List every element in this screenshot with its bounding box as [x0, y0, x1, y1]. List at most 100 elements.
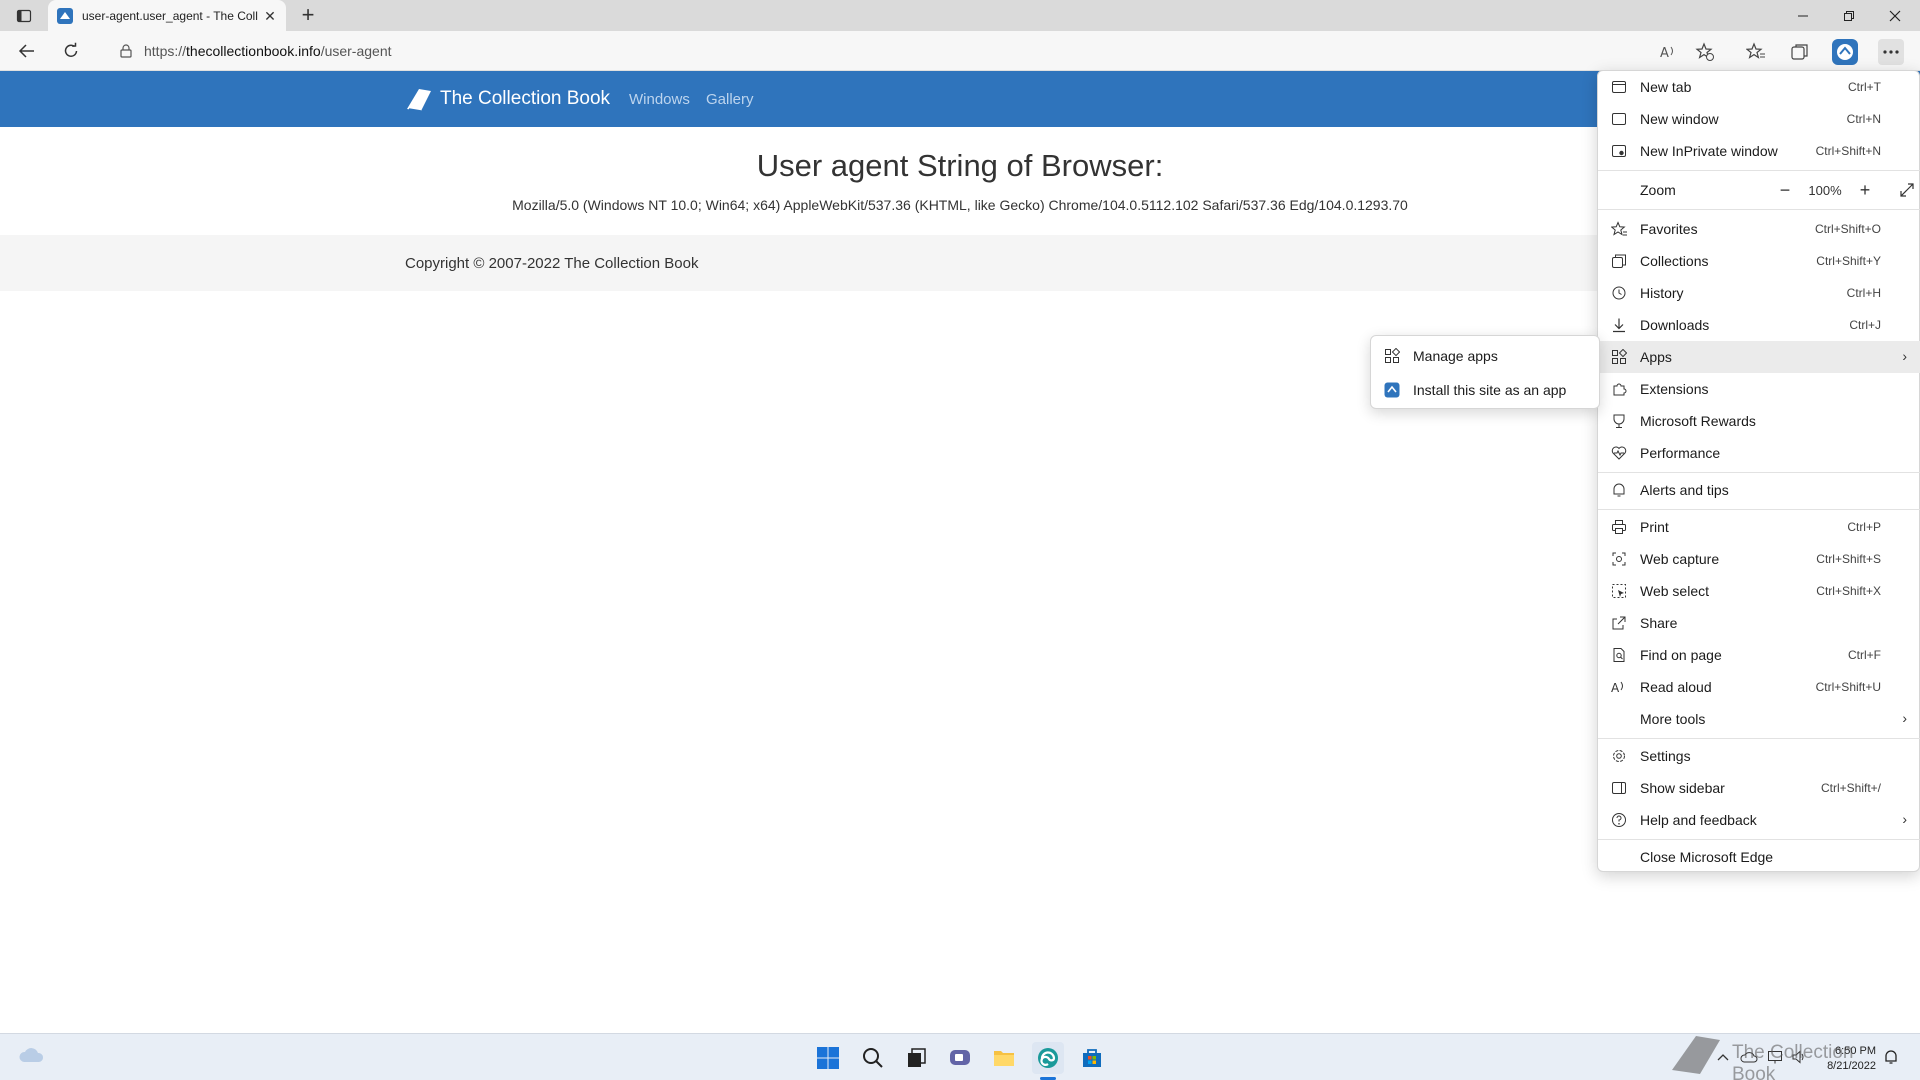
url-text: https://thecollectionbook.info/user-agen…	[144, 43, 392, 59]
toolbar: https://thecollectionbook.info/user-agen…	[0, 31, 1920, 71]
apps-icon	[1383, 347, 1401, 365]
menu-separator	[1598, 509, 1920, 510]
zoom-in-button[interactable]: +	[1851, 176, 1879, 204]
title-bar: user-agent.user_agent - The Coll ✕ +	[0, 0, 1920, 31]
read-aloud-button[interactable]: A	[1655, 39, 1681, 65]
menu-item-find-on-page[interactable]: Find on page Ctrl+F	[1598, 639, 1920, 671]
windows-start-icon	[817, 1047, 839, 1069]
inprivate-icon	[1610, 142, 1628, 160]
menu-separator	[1598, 839, 1920, 840]
extensions-icon	[1610, 380, 1628, 398]
browser-tab[interactable]: user-agent.user_agent - The Coll ✕	[48, 0, 286, 31]
store-icon	[1083, 1049, 1101, 1067]
task-view-button[interactable]	[900, 1042, 932, 1074]
site-app-icon	[1383, 381, 1401, 399]
history-icon	[1610, 284, 1628, 302]
watermark: The Collection Book	[1668, 1030, 1878, 1080]
edge-browser-icon	[1038, 1048, 1058, 1068]
star-add-icon	[1695, 42, 1714, 61]
copyright-text: Copyright © 2007-2022 The Collection Boo…	[405, 255, 699, 272]
site-app-icon	[1837, 44, 1853, 60]
svg-text:A: A	[1611, 681, 1620, 695]
back-button[interactable]	[12, 37, 42, 65]
menu-item-performance[interactable]: Performance	[1598, 437, 1920, 469]
close-icon	[1889, 10, 1901, 21]
chevron-right-icon: ›	[1902, 348, 1907, 364]
nav-link-windows[interactable]: Windows	[629, 91, 690, 108]
weather-cloud-icon[interactable]	[18, 1046, 44, 1064]
menu-item-history[interactable]: History Ctrl+H	[1598, 277, 1920, 309]
read-aloud-icon: A	[1610, 678, 1628, 696]
tab-close-icon[interactable]: ✕	[262, 8, 278, 24]
menu-item-new-window[interactable]: New window Ctrl+N	[1598, 103, 1920, 135]
zoom-out-button[interactable]: −	[1771, 176, 1799, 204]
minimize-icon	[1798, 15, 1808, 16]
menu-item-new-inprivate-window[interactable]: New InPrivate window Ctrl+Shift+N	[1598, 135, 1920, 167]
profile-extension-button[interactable]	[1832, 39, 1858, 65]
site-favicon-icon	[57, 7, 73, 24]
menu-item-collections[interactable]: Collections Ctrl+Shift+Y	[1598, 245, 1920, 277]
print-icon	[1610, 518, 1628, 536]
chevron-right-icon: ›	[1902, 811, 1907, 827]
fullscreen-button[interactable]	[1893, 176, 1920, 204]
menu-item-microsoft-rewards[interactable]: Microsoft Rewards	[1598, 405, 1920, 437]
chevron-right-icon: ›	[1902, 710, 1907, 726]
submenu-item-manage-apps[interactable]: Manage apps	[1371, 340, 1601, 372]
start-button[interactable]	[812, 1042, 844, 1074]
refresh-button[interactable]	[56, 37, 86, 65]
menu-item-help-and-feedback[interactable]: Help and feedback ›	[1598, 804, 1920, 836]
restore-button[interactable]	[1826, 0, 1872, 31]
menu-item-print[interactable]: Print Ctrl+P	[1598, 511, 1920, 543]
web-capture-icon	[1610, 550, 1628, 568]
nav-link-gallery[interactable]: Gallery	[706, 91, 754, 108]
fullscreen-icon	[1900, 183, 1914, 197]
new-window-icon	[1610, 110, 1628, 128]
add-favorite-button[interactable]	[1692, 39, 1718, 65]
book-logo-icon	[1672, 1036, 1720, 1074]
menu-item-share[interactable]: Share	[1598, 607, 1920, 639]
menu-item-settings[interactable]: Settings	[1598, 740, 1920, 772]
favorites-button[interactable]	[1743, 39, 1769, 65]
refresh-icon	[64, 42, 78, 57]
search-icon	[863, 1048, 883, 1068]
store-button[interactable]	[1076, 1042, 1108, 1074]
lock-icon[interactable]	[118, 43, 134, 59]
edge-taskbar-button[interactable]	[1032, 1042, 1064, 1074]
favorites-icon	[1610, 220, 1628, 238]
menu-separator	[1598, 738, 1920, 739]
teams-chat-button[interactable]	[944, 1042, 976, 1074]
menu-item-extensions[interactable]: Extensions	[1598, 373, 1920, 405]
close-window-button[interactable]	[1872, 0, 1918, 31]
menu-item-web-select[interactable]: Web select Ctrl+Shift+X	[1598, 575, 1920, 607]
menu-item-more-tools[interactable]: More tools ›	[1598, 703, 1920, 735]
menu-item-close-microsoft-edge[interactable]: Close Microsoft Edge	[1598, 841, 1920, 873]
notifications-button[interactable]	[1882, 1048, 1900, 1066]
menu-item-favorites[interactable]: Favorites Ctrl+Shift+O	[1598, 213, 1920, 245]
book-logo-icon	[407, 89, 431, 112]
menu-item-downloads[interactable]: Downloads Ctrl+J	[1598, 309, 1920, 341]
menu-item-read-aloud[interactable]: A Read aloud Ctrl+Shift+U	[1598, 671, 1920, 703]
web-select-icon	[1610, 582, 1628, 600]
menu-item-apps[interactable]: Apps ›	[1598, 341, 1920, 373]
taskbar-search-button[interactable]	[857, 1042, 889, 1074]
file-explorer-button[interactable]	[988, 1042, 1020, 1074]
tab-actions-button[interactable]	[10, 6, 38, 26]
submenu-item-install-site-as-app[interactable]: Install this site as an app	[1371, 374, 1601, 406]
bell-icon	[1885, 1050, 1897, 1064]
minimize-button[interactable]	[1780, 0, 1826, 31]
more-dots-icon	[1883, 50, 1899, 54]
bell-icon	[1610, 481, 1628, 499]
new-tab-button[interactable]: +	[296, 4, 320, 28]
collections-button[interactable]	[1787, 39, 1813, 65]
folder-icon	[994, 1051, 1014, 1066]
menu-item-new-tab[interactable]: New tab Ctrl+T	[1598, 71, 1920, 103]
menu-item-show-sidebar[interactable]: Show sidebar Ctrl+Shift+/	[1598, 772, 1920, 804]
menu-item-web-capture[interactable]: Web capture Ctrl+Shift+S	[1598, 543, 1920, 575]
downloads-icon	[1610, 316, 1628, 334]
address-bar[interactable]: https://thecollectionbook.info/user-agen…	[112, 35, 1672, 67]
settings-and-more-button[interactable]	[1878, 39, 1904, 65]
menu-separator	[1598, 209, 1920, 210]
menu-item-alerts-and-tips[interactable]: Alerts and tips	[1598, 474, 1920, 506]
site-brand-link[interactable]: The Collection Book	[404, 85, 610, 113]
tab-title: user-agent.user_agent - The Coll	[82, 8, 258, 23]
